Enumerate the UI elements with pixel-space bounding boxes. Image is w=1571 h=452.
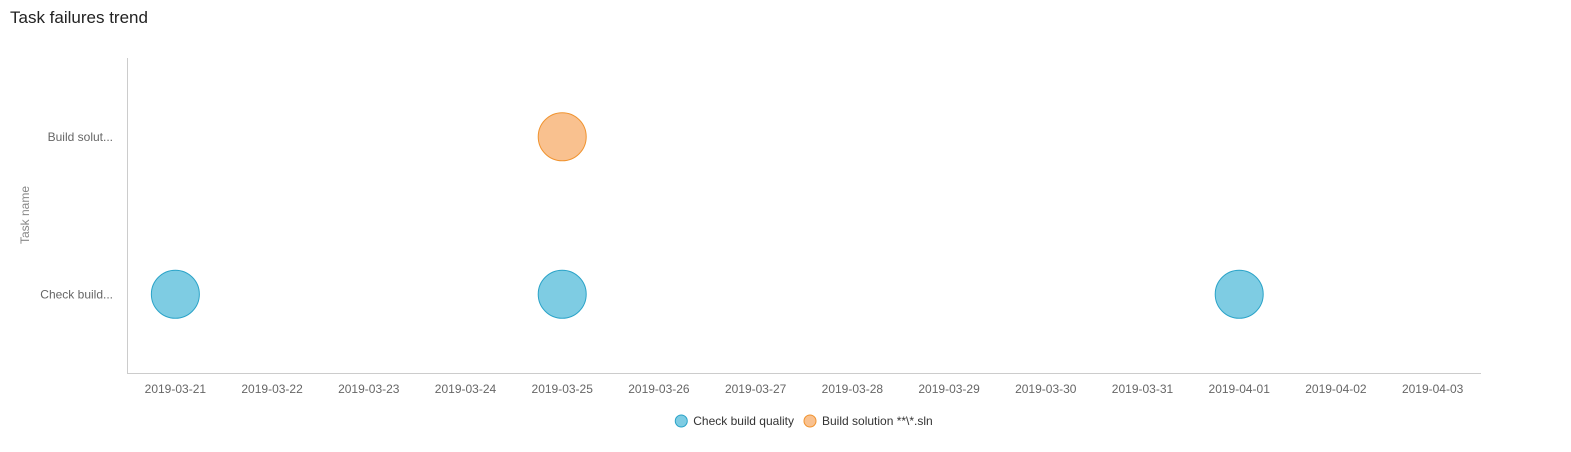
y-tick-labels: Check build... Build solut... (40, 130, 113, 302)
data-point[interactable] (150, 269, 200, 319)
x-tick-label: 2019-03-26 (628, 382, 690, 396)
legend-marker (803, 414, 817, 428)
x-tick-label: 2019-03-22 (241, 382, 303, 396)
data-point[interactable] (537, 269, 587, 319)
legend-item[interactable]: Check build quality (674, 414, 794, 428)
y-tick-label: Check build... (40, 287, 113, 301)
legend-label: Check build quality (693, 414, 794, 428)
x-tick-label: 2019-03-21 (145, 382, 207, 396)
data-point[interactable] (1214, 269, 1264, 319)
x-tick-label: 2019-03-29 (918, 382, 980, 396)
legend-label: Build solution **\*.sln (822, 414, 933, 428)
x-tick-label: 2019-03-25 (532, 382, 594, 396)
x-tick-label: 2019-03-30 (1015, 382, 1077, 396)
plot-area (127, 58, 1481, 374)
data-point[interactable] (537, 112, 587, 162)
x-tick-labels: 2019-03-21 2019-03-22 2019-03-23 2019-03-24… (145, 382, 1464, 396)
x-tick-label: 2019-03-31 (1112, 382, 1174, 396)
data-points (150, 112, 1264, 319)
x-tick-label: 2019-04-03 (1402, 382, 1464, 396)
x-tick-label: 2019-04-02 (1305, 382, 1367, 396)
y-axis-title: Task name (18, 186, 32, 244)
x-tick-label: 2019-04-01 (1209, 382, 1271, 396)
task-failures-chart: Task name Check build... Build solut... 2… (18, 58, 1481, 428)
x-tick-label: 2019-03-23 (338, 382, 400, 396)
legend: Check build quality Build solution **\*.s… (674, 414, 933, 428)
x-tick-label: 2019-03-27 (725, 382, 787, 396)
x-tick-label: 2019-03-24 (435, 382, 497, 396)
legend-item[interactable]: Build solution **\*.sln (803, 414, 933, 428)
legend-marker (674, 414, 688, 428)
y-tick-label: Build solut... (48, 130, 113, 144)
x-tick-label: 2019-03-28 (822, 382, 884, 396)
